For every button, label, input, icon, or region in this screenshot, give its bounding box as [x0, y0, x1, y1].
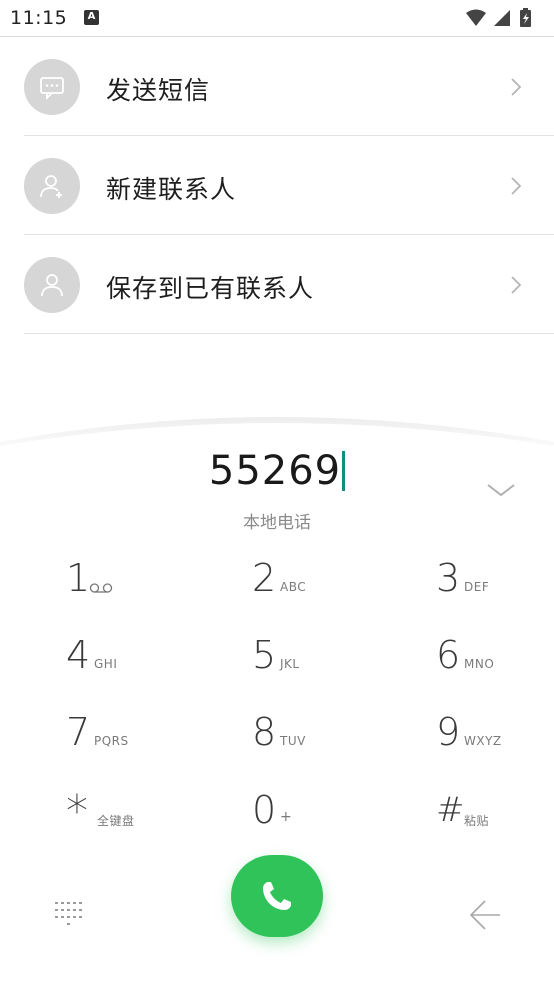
key-digit: 7 — [66, 710, 91, 754]
dialed-number-text: 55269 — [208, 448, 342, 494]
key-letters: 全键盘 — [97, 814, 135, 828]
key-8[interactable]: 8 TUV — [252, 710, 402, 770]
key-3[interactable]: 3 DEF — [436, 556, 554, 616]
key-0[interactable]: 0 + — [252, 788, 402, 848]
key-digit: 5 — [252, 633, 277, 677]
chevron-right-icon — [511, 276, 522, 294]
send-sms-label: 发送短信 — [106, 76, 211, 105]
wifi-icon — [466, 9, 486, 26]
voicemail-icon — [89, 583, 113, 593]
status-time: 11:15 — [10, 7, 68, 29]
phone-icon — [263, 882, 291, 910]
dialed-number[interactable]: 55269 — [0, 448, 554, 494]
key-digit: 1 — [66, 556, 91, 600]
key-9[interactable]: 9 WXYZ — [436, 710, 554, 770]
key-digit: 3 — [436, 556, 461, 600]
key-digit: * — [66, 786, 88, 837]
message-icon — [40, 77, 64, 101]
key-digit: # — [436, 790, 465, 830]
key-digit: 6 — [436, 633, 461, 677]
key-digit: 8 — [252, 710, 277, 754]
avatar — [24, 257, 80, 313]
key-star[interactable]: * 全键盘 — [66, 786, 216, 848]
save-to-existing-contact-row[interactable]: 保存到已有联系人 — [24, 235, 554, 334]
save-to-existing-contact-label: 保存到已有联系人 — [106, 274, 315, 303]
battery-icon — [520, 8, 531, 27]
key-digit: 2 — [252, 556, 277, 600]
key-letters: MNO — [464, 657, 495, 671]
collapse-dialpad-icon[interactable] — [486, 482, 516, 498]
key-1[interactable]: 1 — [66, 556, 216, 616]
key-letters: GHI — [94, 657, 118, 671]
avatar — [24, 59, 80, 115]
key-digit: 9 — [436, 710, 461, 754]
key-6[interactable]: 6 MNO — [436, 633, 554, 693]
send-sms-row[interactable]: 发送短信 — [24, 37, 554, 136]
status-bar: 11:15 A — [0, 0, 554, 37]
key-letters: TUV — [280, 734, 306, 748]
key-7[interactable]: 7 PQRS — [66, 710, 216, 770]
add-contact-icon — [40, 175, 62, 198]
action-list: 发送短信 新建联系人 保存到已有联系人 — [0, 37, 554, 334]
key-letters: 粘贴 — [464, 814, 490, 828]
key-4[interactable]: 4 GHI — [66, 633, 216, 693]
key-letters: DEF — [464, 580, 490, 594]
contact-icon — [41, 274, 63, 297]
key-letters: WXYZ — [464, 734, 502, 748]
chevron-right-icon — [511, 78, 522, 96]
backspace-icon[interactable] — [468, 898, 502, 932]
app-notification-icon: A — [84, 10, 99, 25]
text-cursor — [342, 451, 346, 491]
call-button[interactable] — [231, 855, 323, 937]
key-letters: PQRS — [94, 734, 129, 748]
new-contact-row[interactable]: 新建联系人 — [24, 136, 554, 235]
signal-icon — [494, 10, 510, 26]
key-5[interactable]: 5 JKL — [252, 633, 402, 693]
key-letters: + — [280, 809, 293, 825]
key-hash[interactable]: # 粘贴 — [436, 788, 554, 848]
dialpad-toggle-icon[interactable] — [54, 900, 86, 926]
number-location: 本地电话 — [243, 513, 311, 533]
new-contact-label: 新建联系人 — [106, 175, 237, 204]
key-2[interactable]: 2 ABC — [252, 556, 402, 616]
key-letters: ABC — [280, 580, 307, 594]
key-digit: 0 — [252, 788, 277, 832]
key-letters: JKL — [280, 657, 300, 671]
avatar — [24, 158, 80, 214]
dialpad-panel: 55269 本地电话 1 2 ABC 3 DEF 4 GHI 5 JKL 6 M… — [0, 398, 554, 984]
chevron-right-icon — [511, 177, 522, 195]
key-digit: 4 — [66, 633, 91, 677]
status-icons — [466, 8, 531, 27]
